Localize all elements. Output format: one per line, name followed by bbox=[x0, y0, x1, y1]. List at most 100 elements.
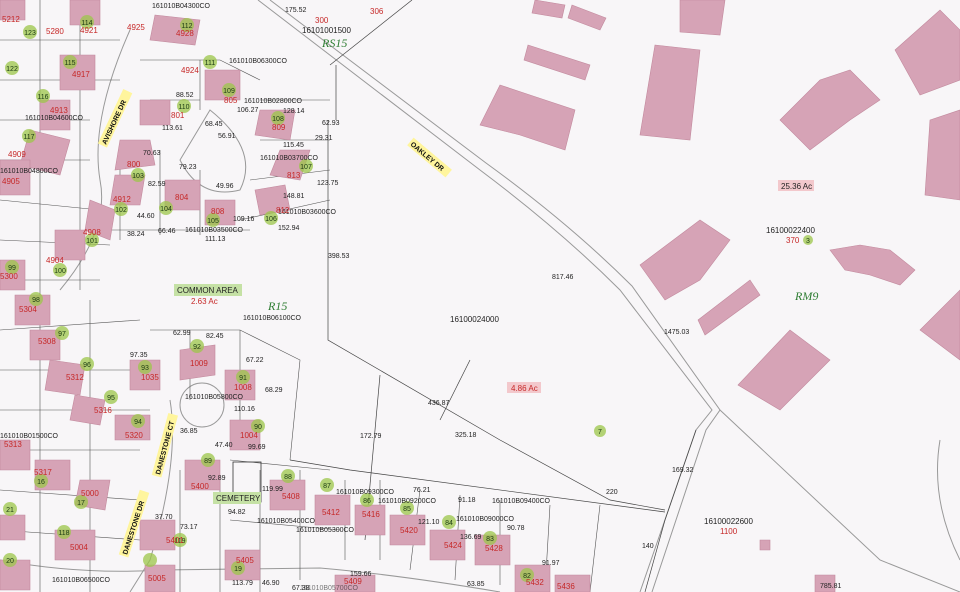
green-id-17: 17 bbox=[77, 500, 85, 507]
green-id-104: 104 bbox=[160, 206, 172, 213]
dim-label: 76.21 bbox=[413, 487, 431, 494]
dim-label: 169.32 bbox=[672, 467, 694, 474]
dim-label: 785.81 bbox=[820, 583, 842, 590]
lot-number: 4909 bbox=[8, 150, 26, 159]
green-id-19: 19 bbox=[234, 566, 242, 573]
zone-r15: R15 bbox=[267, 299, 287, 313]
cemetery-label: CEMETERY bbox=[213, 492, 261, 504]
dim-label: 128.14 bbox=[283, 108, 305, 115]
lot-number: 5304 bbox=[19, 305, 37, 314]
svg-text:OAKLEY DR: OAKLEY DR bbox=[409, 141, 445, 173]
dim-label: 94.82 bbox=[228, 509, 246, 516]
danestone-ct-label: DANESTONE CT bbox=[151, 413, 178, 478]
dim-label: 140 bbox=[642, 543, 654, 550]
dim-label: 29.31 bbox=[315, 135, 333, 142]
dim-label: 152.94 bbox=[278, 225, 300, 232]
dim-label: 109.16 bbox=[233, 216, 255, 223]
green-id-89: 89 bbox=[204, 458, 212, 465]
dim-label: 398.53 bbox=[328, 253, 350, 260]
green-id-107: 107 bbox=[300, 164, 312, 171]
dim-label: 88.52 bbox=[176, 92, 194, 99]
lot-number: 5004 bbox=[70, 543, 88, 552]
parcel-code: 161010B04600CO bbox=[25, 115, 84, 122]
dim-label: 119.99 bbox=[262, 486, 283, 493]
dim-label: 66.46 bbox=[158, 228, 176, 235]
green-id-94: 94 bbox=[134, 419, 142, 426]
lot-number: 5308 bbox=[38, 337, 56, 346]
parcel-code: 161010B05400CO bbox=[257, 518, 316, 525]
parcel-code: 161010B05300CO bbox=[296, 527, 355, 534]
lot-number: 4924 bbox=[181, 66, 199, 75]
lot-number: 5317 bbox=[34, 468, 52, 477]
svg-text:AVISHORE DR: AVISHORE DR bbox=[101, 99, 128, 146]
green-id-116: 116 bbox=[37, 94, 48, 101]
dim-label: 436.87 bbox=[428, 400, 450, 407]
green-id-95: 95 bbox=[107, 395, 115, 402]
dim-label: 97.35 bbox=[130, 352, 148, 359]
green-id-91: 91 bbox=[239, 375, 247, 382]
green-id-106: 106 bbox=[265, 216, 277, 223]
lot-number: 5432 bbox=[526, 578, 544, 587]
lot-number: 5400 bbox=[191, 482, 209, 491]
lot-number: 4925 bbox=[127, 23, 145, 32]
parcel-map[interactable]: 114 112 111 109 110 108 107 106 105 104 … bbox=[0, 0, 960, 592]
lot-number: 5428 bbox=[485, 544, 503, 553]
lot-number: 5424 bbox=[444, 541, 462, 550]
dim-label: 148.81 bbox=[283, 193, 305, 200]
parcel-code: 161010B06500CO bbox=[52, 577, 111, 584]
lot-number: 812 bbox=[276, 206, 290, 215]
dim-label: 70.63 bbox=[143, 150, 161, 157]
lot-number: 1008 bbox=[234, 383, 252, 392]
green-id-101: 101 bbox=[86, 238, 98, 245]
dim-label: 62.93 bbox=[322, 120, 340, 127]
lot-number: 4904 bbox=[46, 256, 64, 265]
lot-number: 5280 bbox=[46, 27, 64, 36]
dim-label: 106.27 bbox=[237, 107, 259, 114]
green-id-87: 87 bbox=[323, 483, 331, 490]
lot-number: 4913 bbox=[50, 106, 68, 115]
lot-number: 1004 bbox=[240, 431, 258, 440]
dim-label: 47.40 bbox=[215, 442, 233, 449]
top-parcel-id: 16101001500 bbox=[302, 26, 351, 35]
lot-number: 5212 bbox=[2, 15, 20, 24]
lot-number: 5416 bbox=[362, 510, 380, 519]
green-id-86: 86 bbox=[363, 498, 371, 505]
dim-label: 136.69 bbox=[460, 534, 482, 541]
parcel-code: 161010B09300CO bbox=[336, 489, 395, 496]
lot-number: 5316 bbox=[94, 406, 112, 415]
dim-label: 68.29 bbox=[265, 387, 283, 394]
dim-label: 220 bbox=[606, 489, 618, 496]
east-curve bbox=[937, 439, 960, 561]
se-parcel-num: 1100 bbox=[720, 527, 738, 536]
east-parcel-id: 16100022400 bbox=[766, 226, 815, 235]
parcel-code: 161010B09200CO bbox=[378, 498, 437, 505]
parcel-code: 161010B06100CO bbox=[243, 315, 302, 322]
lot-number: 805 bbox=[224, 96, 238, 105]
green-id-21: 21 bbox=[6, 507, 14, 514]
dim-label: 62.99 bbox=[173, 330, 191, 337]
lot-number: 4912 bbox=[113, 195, 131, 204]
green-id-7: 7 bbox=[598, 429, 602, 436]
lot-number: 5005 bbox=[148, 574, 166, 583]
green-id-84: 84 bbox=[445, 520, 453, 527]
top-parcel-num2: 306 bbox=[370, 7, 384, 16]
lot-number: 4917 bbox=[72, 70, 90, 79]
lot-number: 813 bbox=[287, 171, 301, 180]
east-parcel-acres: 25.36 Ac bbox=[781, 182, 812, 191]
dim-label: 79.23 bbox=[179, 164, 197, 171]
green-id-3: 3 bbox=[806, 238, 810, 245]
dim-label: 46.90 bbox=[262, 580, 280, 587]
lot-number: 1035 bbox=[141, 373, 159, 382]
parcel-code: 161010B03700CO bbox=[260, 155, 319, 162]
green-id-108: 108 bbox=[272, 116, 284, 123]
green-id-109: 109 bbox=[223, 88, 235, 95]
dim-label: 1475.03 bbox=[664, 329, 689, 336]
dim-label: 115.45 bbox=[283, 142, 304, 149]
lot-number: 5313 bbox=[4, 440, 22, 449]
lot-number: 5436 bbox=[557, 582, 575, 591]
dim-label: 92.89 bbox=[208, 475, 226, 482]
dim-label: 91.97 bbox=[542, 560, 560, 567]
dim-label: 172.79 bbox=[360, 433, 382, 440]
green-id-102: 102 bbox=[115, 207, 127, 214]
lot-number: 4908 bbox=[83, 228, 101, 237]
